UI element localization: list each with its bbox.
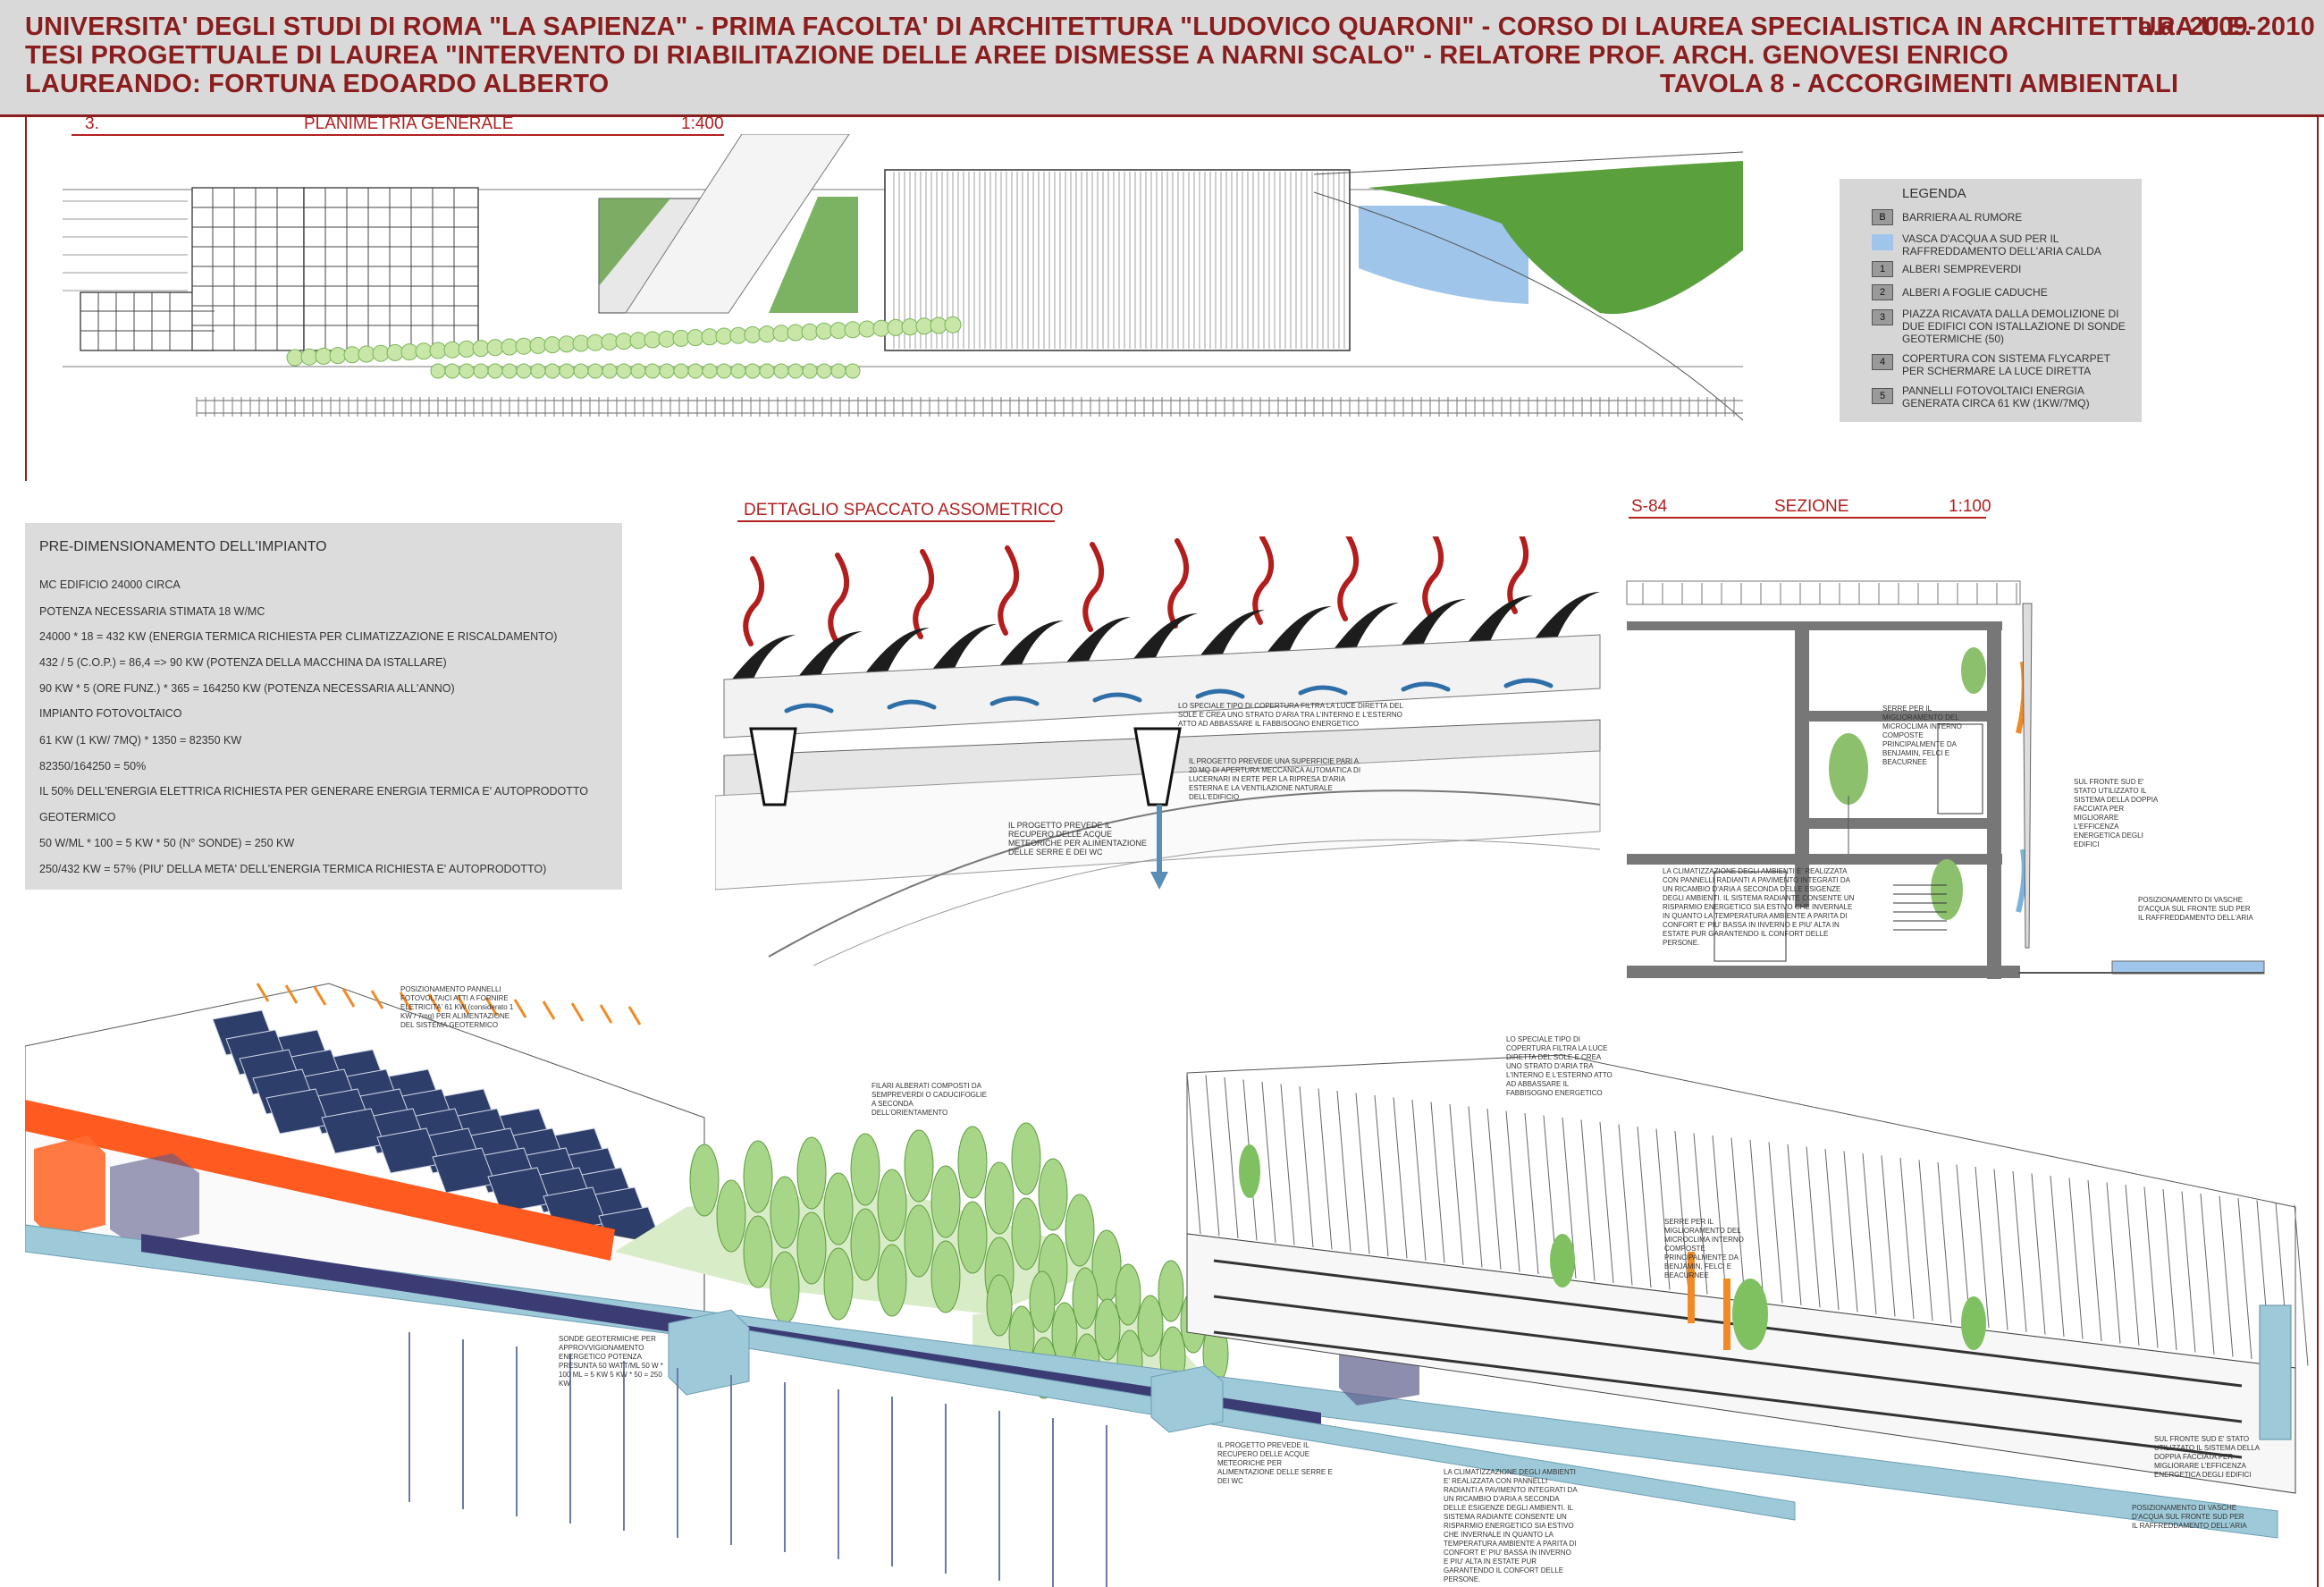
- legend-key-5: 5: [1872, 388, 1893, 404]
- note-detail-roof: LO SPECIALE TIPO DI COPERTURA FILTRA LA …: [1178, 702, 1403, 728]
- detail-title-underline: [737, 520, 1055, 522]
- sizing-calculation-panel: PRE-DIMENSIONAMENTO DELL'IMPIANTO MC EDI…: [25, 523, 622, 890]
- section-title-underline: [1629, 517, 1986, 519]
- legend-panel: LEGENDA B BARRIERA AL RUMORE VASCA D'ACQ…: [1840, 179, 2142, 422]
- building-pv-roof: [80, 187, 479, 351]
- sheet-title: TAVOLA 8 - ACCORGIMENTI AMBIENTALI: [1660, 70, 2179, 98]
- note-axo-tree-rows: FILARI ALBERATI COMPOSTI DA SEMPREVERDI …: [872, 1082, 987, 1117]
- thesis-line: TESI PROGETTUALE DI LAUREA "INTERVENTO D…: [25, 41, 2008, 70]
- note-detail-windows: IL PROGETTO PREVEDE UNA SUPERFICIE PARI …: [1189, 757, 1361, 801]
- note-section-greenhouse: SERRE PER IL MIGLIORAMENTO DEL MICROCLIM…: [1882, 705, 1962, 766]
- note-axo-double-facade: SUL FRONTE SUD E' STATO UTILIZZATO IL SI…: [2154, 1435, 2260, 1479]
- note-section-facade: SUL FRONTE SUD E' STATO UTILIZZATO IL SI…: [2074, 778, 2158, 848]
- calc-line: POTENZA NECESSARIA STIMATA 18 W/MC: [39, 605, 265, 618]
- site-axonometric: [25, 983, 2309, 1587]
- legend-item-flycarpet: COPERTURA CON SISTEMA FLYCARPET PER SCHE…: [1902, 352, 2110, 377]
- calc-title: PRE-DIMENSIONAMENTO DELL'IMPIANTO: [39, 539, 327, 554]
- note-axo-photovoltaic: POSIZIONAMENTO PANNELLI FOTOVOLTAICI ATT…: [400, 985, 514, 1029]
- note-axo-rainwater: IL PROGETTO PREVEDE IL RECUPERO DELLE AC…: [1217, 1441, 1333, 1485]
- note-axo-roof: LO SPECIALE TIPO DI COPERTURA FILTRA LA …: [1506, 1035, 1612, 1097]
- legend-title: LEGENDA: [1902, 186, 1966, 201]
- title-block: UNIVERSITA' DEGLI STUDI DI ROMA "LA SAPI…: [0, 0, 2324, 117]
- section-code: S-84: [1631, 497, 1668, 516]
- academic-year: a.a. 2009-2010: [2138, 13, 2315, 41]
- university-line: UNIVERSITA' DEGLI STUDI DI ROMA "LA SAPI…: [25, 13, 2252, 41]
- legend-key-b: B: [1872, 209, 1893, 225]
- legend-item-water-basin: VASCA D'ACQUA A SUD PER IL RAFFREDDAMENT…: [1902, 232, 2101, 257]
- calc-line: IL 50% DELL'ENERGIA ELETTRICA RICHIESTA …: [39, 785, 588, 798]
- note-detail-rainwater: IL PROGETTO PREVEDE IL RECUPERO DELLE AC…: [1008, 821, 1147, 857]
- calc-line: 82350/164250 = 50%: [39, 760, 147, 772]
- legend-key-water: [1872, 234, 1893, 250]
- frame-border-left: [25, 114, 27, 481]
- legend-key-4: 4: [1872, 354, 1893, 370]
- site-plan: [63, 134, 1744, 421]
- plan-scale: 1:400: [681, 114, 724, 133]
- legend-key-3: 3: [1872, 309, 1893, 325]
- legend-item-piazza: PIAZZA RICAVATA DALLA DEMOLIZIONE DI DUE…: [1902, 308, 2126, 345]
- note-axo-geothermal-probes: SONDE GEOTERMICHE PER APPROVVIGIONAMENTO…: [559, 1335, 663, 1388]
- plan-number: 3.: [85, 114, 99, 133]
- legend-key-1: 1: [1872, 261, 1893, 277]
- student-line: LAUREANDO: FORTUNA EDOARDO ALBERTO: [25, 70, 610, 98]
- note-section-pools: POSIZIONAMENTO DI VASCHE D'ACQUA SUL FRO…: [2138, 896, 2253, 922]
- legend-item-photovoltaic: PANNELLI FOTOVOLTAICI ENERGIA GENERATA C…: [1902, 384, 2090, 409]
- legend-key-2: 2: [1872, 284, 1893, 300]
- calc-line: GEOTERMICO: [39, 811, 116, 823]
- calc-line: 24000 * 18 = 432 KW (ENERGIA TERMICA RIC…: [39, 630, 558, 643]
- calc-line: MC EDIFICIO 24000 CIRCA: [39, 578, 181, 591]
- calc-line: 432 / 5 (C.O.P.) = 86,4 => 90 KW (POTENZ…: [39, 656, 447, 669]
- plan-title: PLANIMETRIA GENERALE: [304, 114, 514, 133]
- note-axo-climate: LA CLIMATIZZAZIONE DEGLI AMBIENTI E' REA…: [1444, 1468, 1578, 1583]
- axonometric-detail: [715, 536, 1601, 966]
- note-section-climate: LA CLIMATIZZAZIONE DEGLI AMBIENTI E' REA…: [1663, 867, 1855, 947]
- calc-line: 61 KW (1 KW/ 7MQ) * 1350 = 82350 KW: [39, 734, 242, 747]
- calc-line: IMPIANTO FOTOVOLTAICO: [39, 707, 182, 720]
- note-axo-pools: POSIZIONAMENTO DI VASCHE D'ACQUA SUL FRO…: [2132, 1504, 2247, 1530]
- legend-item-evergreen: ALBERI SEMPREVERDI: [1902, 263, 2022, 275]
- section-title: SEZIONE: [1774, 497, 1849, 516]
- legend-item-deciduous: ALBERI A FOGLIE CADUCHE: [1902, 286, 2048, 299]
- calc-line: 250/432 KW = 57% (PIU' DELLA META' DELL'…: [39, 863, 547, 875]
- calc-line: 50 W/ML * 100 = 5 KW * 50 (N° SONDE) = 2…: [39, 837, 295, 849]
- note-axo-greenhouse: SERRE PER IL MIGLIORAMENTO DEL MICROCLIM…: [1664, 1218, 1744, 1279]
- detail-title: DETTAGLIO SPACCATO ASSOMETRICO: [744, 501, 1064, 519]
- calc-line: 90 KW * 5 (ORE FUNZ.) * 365 = 164250 KW …: [39, 682, 455, 695]
- section-scale: 1:100: [1949, 497, 1991, 516]
- legend-item-noise-barrier: BARRIERA AL RUMORE: [1902, 211, 2023, 224]
